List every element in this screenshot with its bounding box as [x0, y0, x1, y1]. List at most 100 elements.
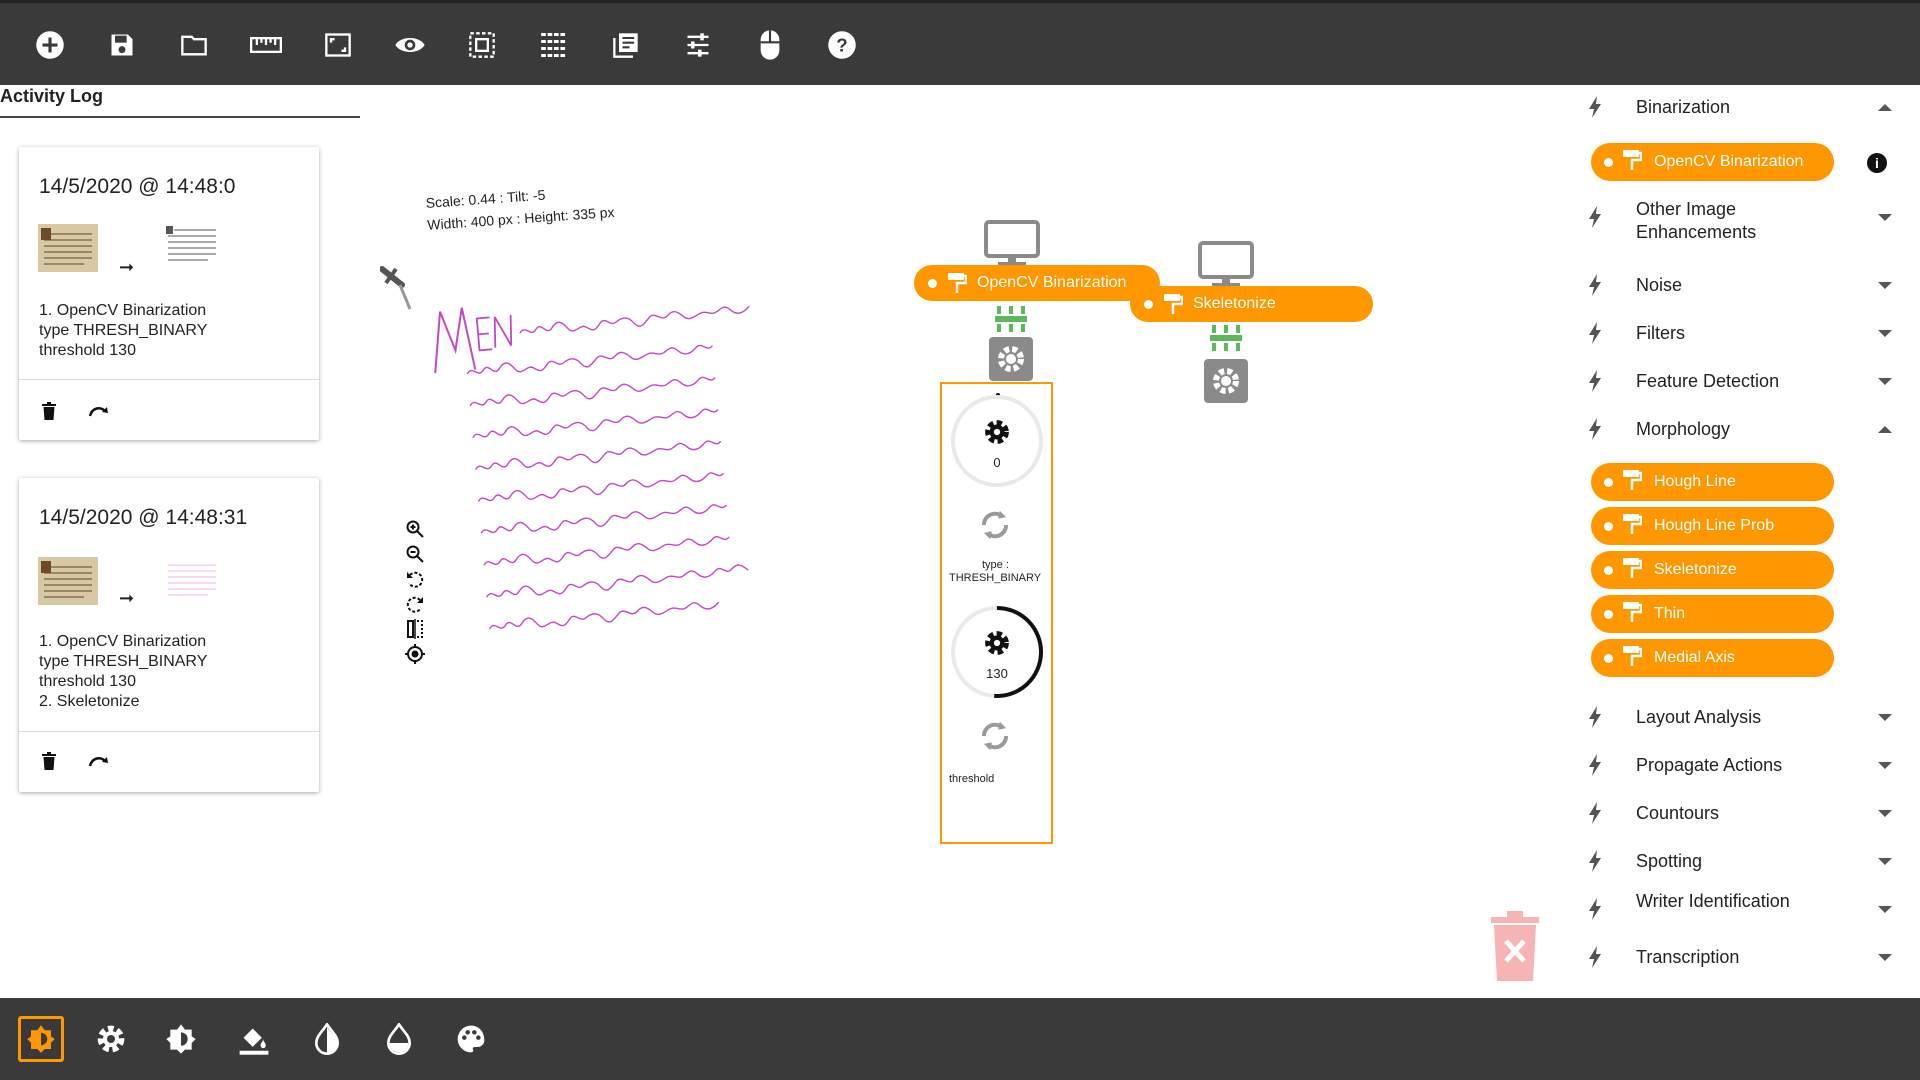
operation-item[interactable]: Thin: [1591, 595, 1834, 633]
category-0[interactable]: Binarization: [1580, 96, 1910, 124]
operation-item[interactable]: OpenCV Binarization: [1591, 143, 1834, 181]
category-5[interactable]: Morphology: [1580, 418, 1910, 446]
operation-item[interactable]: Medial Axis: [1591, 639, 1834, 677]
delete-icon[interactable]: [37, 749, 61, 773]
category-4[interactable]: Feature Detection: [1580, 370, 1910, 398]
drag-handle[interactable]: [1604, 565, 1613, 575]
bolt-icon: [1588, 706, 1602, 733]
svg-text:?: ?: [836, 34, 847, 55]
chevron-up-icon[interactable]: [1878, 104, 1892, 111]
threshold-knob[interactable]: 130: [951, 606, 1043, 698]
node-settings-icon[interactable]: [1203, 358, 1249, 409]
category-label: Feature Detection: [1636, 371, 1780, 391]
category-2[interactable]: Noise: [1580, 274, 1910, 302]
info-icon[interactable]: i: [1867, 153, 1887, 173]
drag-handle[interactable]: [1604, 609, 1613, 619]
chevron-down-icon[interactable]: [1878, 378, 1892, 385]
bolt-icon: [1588, 322, 1602, 349]
redo-icon[interactable]: [87, 749, 111, 773]
add-icon[interactable]: [33, 28, 67, 62]
operation-label: Thin: [1654, 605, 1686, 622]
eye-icon[interactable]: [393, 28, 427, 62]
chevron-down-icon[interactable]: [1878, 858, 1892, 865]
result-thumbnail: [164, 224, 220, 268]
rotate-left-icon[interactable]: [404, 568, 426, 589]
bolt-icon: [1588, 370, 1602, 397]
brightness-medium-icon[interactable]: [158, 1016, 204, 1062]
format-color-fill-icon[interactable]: [231, 1016, 277, 1062]
flip-icon[interactable]: [404, 618, 426, 639]
original-thumbnail: [38, 557, 98, 605]
category-6[interactable]: Layout Analysis: [1580, 706, 1910, 734]
category-8[interactable]: Countours: [1580, 802, 1910, 830]
mouse-icon[interactable]: [753, 28, 787, 62]
folder-icon[interactable]: [177, 28, 211, 62]
operation-label: Skeletonize: [1654, 561, 1737, 578]
operation-label: Hough Line Prob: [1654, 517, 1775, 534]
chevron-down-icon[interactable]: [1878, 714, 1892, 721]
operation-item[interactable]: Hough Line Prob: [1591, 507, 1834, 545]
category-10[interactable]: Writer Identification: [1580, 891, 1910, 926]
drag-handle[interactable]: [1604, 477, 1613, 487]
category-7[interactable]: Propagate Actions: [1580, 754, 1910, 782]
category-11[interactable]: Transcription: [1580, 946, 1910, 974]
pipeline-node-opencv-binarization[interactable]: OpenCV Binarization: [914, 265, 1160, 301]
category-label: Layout Analysis: [1636, 707, 1762, 727]
category-1[interactable]: Other Image Enhancements: [1580, 199, 1910, 242]
category-label: Other Image Enhancements: [1636, 199, 1757, 242]
delete-drop-zone-icon[interactable]: [1489, 911, 1541, 986]
invert-colors-icon[interactable]: [304, 1016, 350, 1062]
entry-line: 2. Skeletonize: [39, 693, 140, 710]
sync-icon[interactable]: [976, 717, 1014, 755]
drag-handle[interactable]: [1604, 521, 1613, 531]
palette-icon[interactable]: [448, 1016, 494, 1062]
help-icon[interactable]: ?: [825, 28, 859, 62]
node-settings-icon[interactable]: [988, 336, 1034, 387]
zoom-in-icon[interactable]: [404, 518, 426, 539]
delete-icon[interactable]: [37, 399, 61, 423]
ruler-icon[interactable]: [249, 28, 283, 62]
bolt-icon: [1588, 850, 1602, 877]
paint-roller-icon: [1622, 645, 1643, 672]
paint-roller-icon: [948, 273, 967, 293]
rotate-right-icon[interactable]: [404, 593, 426, 614]
type-knob[interactable]: 0: [951, 395, 1043, 487]
save-icon[interactable]: [105, 28, 139, 62]
entry-line: 1. OpenCV Binarization: [39, 302, 207, 319]
operation-item[interactable]: Skeletonize: [1591, 551, 1834, 589]
select-all-icon[interactable]: [465, 28, 499, 62]
tune-icon[interactable]: [681, 28, 715, 62]
opacity-icon[interactable]: [376, 1016, 422, 1062]
arrow-right-icon: ➞: [119, 588, 135, 608]
node-port[interactable]: [1144, 299, 1153, 309]
chevron-down-icon[interactable]: [1878, 330, 1892, 337]
pan-hand-icon[interactable]: [379, 263, 414, 318]
center-focus-icon[interactable]: [404, 643, 426, 664]
drag-handle[interactable]: [1604, 653, 1613, 663]
table-rows-icon[interactable]: [537, 28, 571, 62]
chevron-up-icon[interactable]: [1878, 426, 1892, 433]
category-9[interactable]: Spotting: [1580, 850, 1910, 878]
chevron-down-icon[interactable]: [1878, 762, 1892, 769]
settings-icon[interactable]: [88, 1016, 134, 1062]
zoom-out-icon[interactable]: [404, 543, 426, 564]
drag-handle[interactable]: [1604, 157, 1613, 167]
library-books-icon[interactable]: [609, 28, 643, 62]
chevron-down-icon[interactable]: [1878, 954, 1892, 961]
sync-icon[interactable]: [976, 506, 1014, 544]
aspect-ratio-icon[interactable]: [321, 28, 355, 62]
chevron-down-icon[interactable]: [1878, 282, 1892, 289]
param-type-value: THRESH_BINARY: [949, 572, 1042, 584]
gear-icon: [985, 420, 1009, 444]
operation-item[interactable]: Hough Line: [1591, 463, 1834, 501]
brightness-icon[interactable]: [18, 1016, 64, 1062]
redo-icon[interactable]: [87, 399, 111, 423]
category-3[interactable]: Filters: [1580, 322, 1910, 350]
operation-label: Medial Axis: [1654, 649, 1735, 666]
chevron-down-icon[interactable]: [1878, 810, 1892, 817]
node-port[interactable]: [928, 278, 937, 288]
chevron-down-icon[interactable]: [1878, 214, 1892, 221]
pipeline-node-skeletonize[interactable]: Skeletonize: [1130, 286, 1373, 322]
category-label: Propagate Actions: [1636, 755, 1783, 775]
chevron-down-icon[interactable]: [1878, 906, 1892, 913]
